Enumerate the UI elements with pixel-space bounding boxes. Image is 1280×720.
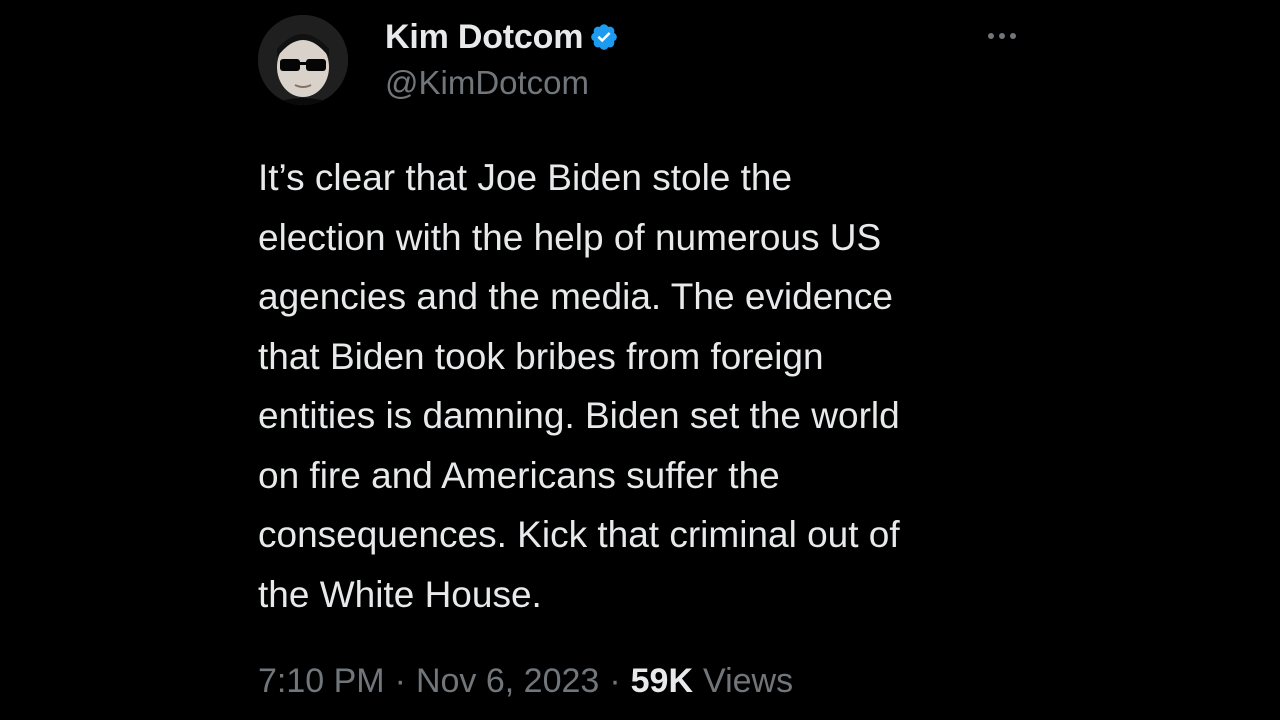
more-horizontal-icon-dot xyxy=(999,33,1005,39)
tweet-text: It’s clear that Joe Biden stole the elec… xyxy=(258,157,900,615)
views-count[interactable]: 59K xyxy=(631,662,693,701)
more-options-button[interactable] xyxy=(980,20,1024,52)
tweet-card: Kim Dotcom @KimDotcom It’s clear that Jo… xyxy=(0,0,1280,720)
avatar[interactable] xyxy=(258,15,348,105)
author-info: Kim Dotcom @KimDotcom xyxy=(385,14,619,102)
author-handle[interactable]: @KimDotcom xyxy=(385,64,619,102)
more-horizontal-icon xyxy=(988,33,994,39)
meta-separator: · xyxy=(609,662,621,700)
verified-badge-icon xyxy=(589,22,619,52)
avatar-image xyxy=(258,15,348,105)
tweet-time[interactable]: 7:10 PM xyxy=(258,662,385,701)
tweet-date[interactable]: Nov 6, 2023 xyxy=(416,662,599,701)
more-horizontal-icon-dot xyxy=(1010,33,1016,39)
tweet-meta: 7:10 PM · Nov 6, 2023 · 59K Views xyxy=(258,662,793,701)
views-label: Views xyxy=(703,662,794,700)
author-name-row[interactable]: Kim Dotcom xyxy=(385,14,619,60)
meta-separator: · xyxy=(394,662,406,700)
author-display-name[interactable]: Kim Dotcom xyxy=(385,18,583,57)
